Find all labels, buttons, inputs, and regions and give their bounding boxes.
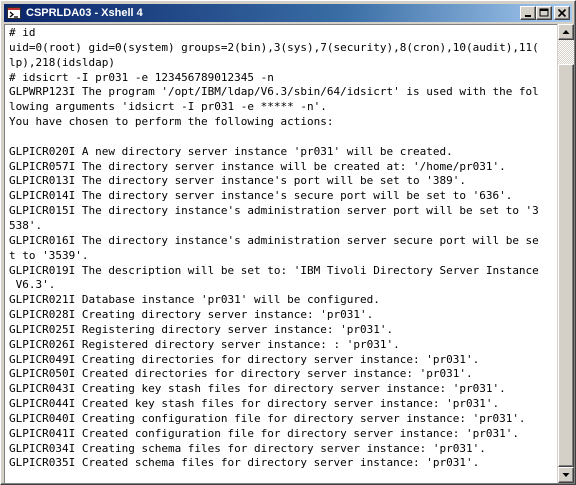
terminal-line: V6.3'. — [9, 278, 56, 292]
terminal-line: GLPICR050I Created directories for direc… — [9, 367, 473, 381]
scroll-up-arrow-icon — [562, 30, 570, 34]
terminal-line: GLPICR016I The directory instance's admi… — [9, 233, 539, 247]
minimize-button[interactable] — [520, 6, 536, 20]
terminal-line: GLPWRP123I The program '/opt/IBM/ldap/V6… — [9, 85, 539, 99]
terminal-line: GLPICR026I Registered directory server i… — [9, 337, 400, 351]
terminal-line: GLPICR049I Creating directories for dire… — [9, 352, 480, 366]
terminal-line: GLPICR044I Created key stash files for d… — [9, 397, 500, 411]
terminal-line: GLPICR040I Creating configuration file f… — [9, 411, 526, 425]
xshell-app-icon[interactable] — [6, 5, 22, 21]
window-title: CSPRLDA03 - Xshell 4 — [26, 7, 143, 19]
terminal-line: # idsicrt -I pr031 -e 123456789012345 -n — [9, 70, 274, 84]
xshell-window: CSPRLDA03 - Xshell 4 # id uid=0(root) gid… — [0, 0, 576, 485]
maximize-button[interactable] — [536, 6, 552, 20]
terminal-line: GLPICR021I Database instance 'pr031' wil… — [9, 293, 380, 307]
terminal-output[interactable]: # id uid=0(root) gid=0(system) groups=2(b… — [4, 24, 557, 483]
scroll-up-button[interactable] — [558, 24, 574, 40]
terminal-line: GLPICR035I Created schema files for dire… — [9, 456, 480, 470]
terminal-line: # id — [9, 26, 36, 39]
terminal-line: You have chosen to perform the following… — [9, 115, 334, 129]
maximize-icon — [539, 8, 549, 17]
close-icon — [557, 8, 567, 18]
terminal-line: t to '3539'. — [9, 248, 89, 262]
terminal-line: GLPICR013I The directory server instance… — [9, 174, 466, 188]
close-button[interactable] — [554, 6, 570, 20]
terminal-line: GLPICR015I The directory instance's admi… — [9, 204, 539, 218]
vertical-scrollbar[interactable] — [558, 24, 574, 483]
terminal-line: GLPICR041I Created configuration file fo… — [9, 426, 519, 440]
terminal-line: uid=0(root) gid=0(system) groups=2(bin),… — [9, 40, 539, 54]
terminal-line: GLPICR019I The description will be set t… — [9, 263, 539, 277]
title-bar[interactable]: CSPRLDA03 - Xshell 4 — [4, 4, 572, 22]
scroll-down-button[interactable] — [558, 467, 574, 483]
terminal-line: GLPICR034I Creating schema files for dir… — [9, 441, 486, 455]
terminal-line: GLPICR020I A new directory server instan… — [9, 144, 453, 158]
terminal-line: GLPICR025I Registering directory server … — [9, 322, 394, 336]
scroll-down-arrow-icon — [562, 473, 570, 477]
terminal-line: GLPICR043I Creating key stash files for … — [9, 382, 506, 396]
terminal-line: GLPICR014I The directory server instance… — [9, 189, 513, 203]
terminal-line: lp),218(idsldap) — [9, 55, 115, 69]
minimize-icon — [525, 15, 531, 17]
terminal-line: GLPICR028I Creating directory server ins… — [9, 308, 374, 322]
terminal-line: 538'. — [9, 218, 43, 232]
scrollbar-thumb[interactable] — [558, 64, 574, 467]
terminal-line: GLPICR057I The directory server instance… — [9, 159, 506, 173]
terminal-line: lowing arguments 'idsicrt -I pr031 -e **… — [9, 100, 327, 114]
